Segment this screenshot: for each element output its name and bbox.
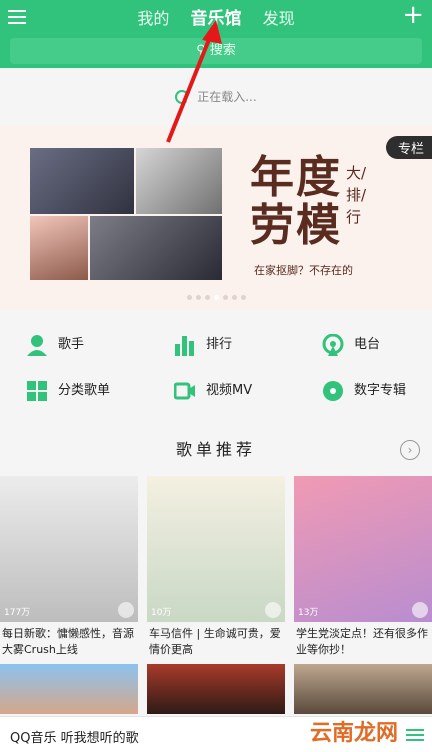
watermark: 云南龙网 [309,721,398,746]
player-bar[interactable]: QQ音乐 听我想听的歌 云南龙网 [0,716,432,752]
banner-side-text: 大/排/行 [346,164,367,226]
banner-subtitle: 在家抠脚？不存在的 [254,264,353,277]
pager-dot [195,295,201,300]
section-title: 歌单推荐 [175,440,256,459]
nav-label: 分类歌单 [58,383,111,398]
play-count: 13万 [298,608,319,618]
pager-dot [240,295,246,300]
playlist-cover: 177万 [0,476,138,622]
playlist-cover[interactable] [294,664,432,714]
playlist-card[interactable]: 177万 每日新歌：慵懒感性，音源大雾Crush上线 [0,476,138,662]
banner-tag: 专栏 [385,136,432,159]
ranking-icon [175,335,194,356]
add-icon[interactable]: + [402,2,424,28]
category-icon [27,380,47,401]
nav-label: 视频MV [206,383,253,398]
playlist-card[interactable]: 10万 车马信件 | 生命诚可贵，爱情价更高 [147,476,285,662]
playlist-caption: 车马信件 | 生命诚可贵，爱情价更高 [149,627,281,656]
banner-pager [0,285,432,304]
playlist-caption: 学生党淡定点！还有很多作业等你抄！ [296,627,428,656]
nav-radio[interactable]: 电台 [322,332,380,358]
playlist-caption: 每日新歌：慵懒感性，音源大雾Crush上线 [2,627,134,656]
pager-dot [204,295,210,300]
nav-label: 歌手 [58,337,85,352]
album-icon [323,380,343,401]
radio-icon [322,333,344,356]
banner-headline-line1: 年度 [250,152,342,203]
singer-icon [27,334,47,356]
banner-photo [136,148,222,214]
banner-photo [30,148,134,214]
playlist-cover[interactable] [147,664,285,714]
tab-discover[interactable]: 发现 [263,5,295,29]
pager-dot-active [213,295,219,300]
pager-dot [231,295,237,300]
nav-ranking[interactable]: 排行 [174,332,232,358]
nav-singer[interactable]: 歌手 [26,332,84,358]
play-icon[interactable] [118,602,134,618]
promo-banner[interactable]: 年度 劳模 大/排/行 在家抠脚？不存在的 专栏 [0,126,432,310]
banner-photo [30,216,88,280]
play-count: 177万 [4,608,31,618]
nav-label: 数字专辑 [354,383,407,398]
banner-headline-line2: 劳模 [250,200,342,251]
section-header: 歌单推荐 › [0,428,432,472]
nav-category[interactable]: 分类歌单 [26,378,110,404]
banner-photo [90,216,222,280]
annotation-arrow [166,20,222,143]
playlist-card[interactable]: 13万 学生党淡定点！还有很多作业等你抄！ [294,476,432,662]
nav-label: 排行 [206,337,233,352]
player-text: QQ音乐 听我想听的歌 [10,731,139,746]
pager-dot [186,295,192,300]
nav-video[interactable]: 视频MV [174,378,252,404]
video-icon [174,382,195,399]
category-nav: 歌手 排行 电台 分类歌单 视频MV 数字专辑 [0,316,432,416]
play-count: 10万 [151,608,172,618]
nav-album[interactable]: 数字专辑 [322,378,406,404]
playlist-cover: 13万 [294,476,432,622]
playlist-icon[interactable] [406,727,424,743]
play-icon[interactable] [265,602,281,618]
pager-dot [222,295,228,300]
play-icon[interactable] [412,602,428,618]
banner-headline: 年度 劳模 [250,154,342,250]
playlist-cover[interactable] [0,664,138,714]
playlist-cover: 10万 [147,476,285,622]
playlist-grid-row2 [0,664,432,714]
chevron-right-icon[interactable]: › [400,440,420,460]
nav-label: 电台 [354,337,381,352]
